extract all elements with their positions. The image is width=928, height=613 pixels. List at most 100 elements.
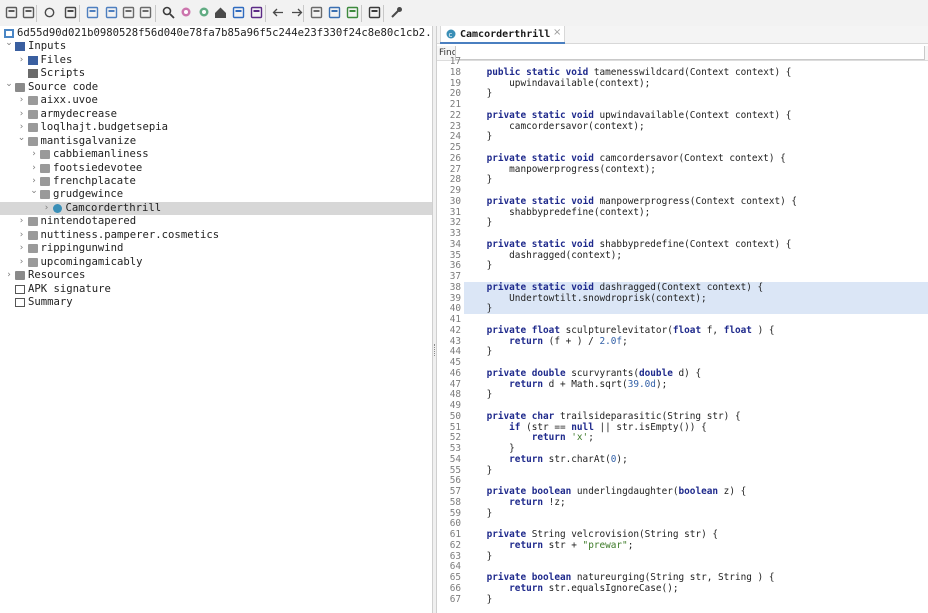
code-line[interactable]	[464, 185, 928, 196]
collapsed-chevron-icon[interactable]: ›	[18, 215, 26, 228]
code-editor[interactable]: public static void tamenesswildcard(Cont…	[464, 61, 928, 613]
code-line[interactable]: private float sculpturelevitator(float f…	[464, 325, 928, 336]
tree-row-inputs[interactable]: ⌄ Inputs	[0, 37, 432, 53]
code-line[interactable]: }	[464, 217, 928, 228]
expanded-chevron-icon[interactable]: ⌄	[18, 132, 26, 145]
home-icon[interactable]	[214, 6, 227, 19]
tree-row-grudgewince[interactable]: ⌄ grudgewince	[0, 185, 432, 201]
code-line[interactable]	[464, 142, 928, 153]
copy-icon[interactable]	[105, 6, 118, 19]
code-line[interactable]	[464, 561, 928, 572]
code-line[interactable]: return str.equalsIgnoreCase();	[464, 583, 928, 594]
tree-row-apk-signature[interactable]: APK signature	[0, 283, 432, 296]
columns-icon[interactable]	[122, 6, 135, 19]
window-icon[interactable]	[232, 6, 245, 19]
collapsed-chevron-icon[interactable]: ›	[18, 108, 26, 121]
tree-row-nintendotapered[interactable]: › nintendotapered	[0, 215, 432, 228]
code-line[interactable]: }	[464, 131, 928, 142]
code-line[interactable]: }	[464, 551, 928, 562]
code-line[interactable]: return !z;	[464, 497, 928, 508]
debug-icon[interactable]	[310, 6, 323, 19]
tree-row-rippingunwind[interactable]: › rippingunwind	[0, 242, 432, 255]
code-line[interactable]: }	[464, 443, 928, 454]
code-line[interactable]: manpowerprogress(context);	[464, 164, 928, 175]
tab-close-icon[interactable]: ×	[553, 27, 561, 38]
code-line[interactable]: private boolean natureurging(String str,…	[464, 572, 928, 583]
collapsed-chevron-icon[interactable]: ›	[18, 94, 26, 107]
code-line[interactable]: shabbypredefine(context);	[464, 207, 928, 218]
code-line[interactable]	[464, 314, 928, 325]
log-icon[interactable]	[250, 6, 263, 19]
code-line[interactable]: }	[464, 88, 928, 99]
tree-row-source-code[interactable]: ⌄ Source code	[0, 78, 432, 94]
select-icon[interactable]	[86, 6, 99, 19]
code-line[interactable]	[464, 271, 928, 282]
tree-row-scripts[interactable]: Scripts	[0, 67, 432, 80]
tree-row-cabbiemanliness[interactable]: › cabbiemanliness	[0, 148, 432, 161]
back-icon[interactable]	[272, 6, 285, 19]
code-line[interactable]: private static void manpowerprogress(Con…	[464, 196, 928, 207]
save-icon[interactable]	[22, 6, 35, 19]
code-line[interactable]: Undertowtilt.snowdroprisk(context);	[464, 292, 928, 304]
open-icon[interactable]	[5, 6, 18, 19]
expanded-chevron-icon[interactable]: ⌄	[5, 37, 13, 50]
code-line[interactable]: }	[464, 594, 928, 605]
tree-row-camcorderthrill[interactable]: › Camcorderthrill	[0, 201, 432, 215]
collapsed-chevron-icon[interactable]: ›	[18, 242, 26, 255]
bookmark-icon[interactable]	[328, 6, 341, 19]
code-line[interactable]: if (str == null || str.isEmpty()) {	[464, 422, 928, 433]
tree-row-mantisgalvanize[interactable]: ⌄ mantisgalvanize	[0, 132, 432, 148]
code-line[interactable]: private static void shabbypredefine(Cont…	[464, 239, 928, 250]
code-line[interactable]: private boolean underlingdaughter(boolea…	[464, 486, 928, 497]
tree-row-armydecrease[interactable]: › armydecrease	[0, 108, 432, 121]
code-line[interactable]: }	[464, 465, 928, 476]
collapsed-chevron-icon[interactable]: ›	[43, 202, 51, 215]
terminal-icon[interactable]	[368, 6, 381, 19]
code-line[interactable]	[464, 228, 928, 239]
code-line[interactable]: private String velcrovision(String str) …	[464, 529, 928, 540]
code-line[interactable]	[464, 475, 928, 486]
tree-row-frenchplacate[interactable]: › frenchplacate	[0, 175, 432, 188]
code-line[interactable]: private static void upwindavailable(Cont…	[464, 110, 928, 121]
code-line[interactable]: return str + "prewar";	[464, 540, 928, 551]
code-line[interactable]: camcordersavor(context);	[464, 121, 928, 132]
code-line[interactable]	[464, 518, 928, 529]
code-line[interactable]: return str.charAt(0);	[464, 454, 928, 465]
code-line[interactable]: return d + Math.sqrt(39.0d);	[464, 379, 928, 390]
tree-row-summary[interactable]: Summary	[0, 296, 432, 309]
code-line[interactable]: }	[464, 303, 928, 315]
code-line[interactable]: private static void camcordersavor(Conte…	[464, 153, 928, 164]
code-line[interactable]	[464, 400, 928, 411]
tree-row-aixx-uvoe[interactable]: › aixx.uvoe	[0, 94, 432, 107]
code-line[interactable]: public static void tamenesswildcard(Cont…	[464, 67, 928, 78]
sync-icon[interactable]	[43, 6, 56, 19]
tree-row-loqlhajt-budgetsepia[interactable]: › loqlhajt.budgetsepia	[0, 121, 432, 134]
code-line[interactable]: }	[464, 389, 928, 400]
find-class-icon[interactable]	[180, 6, 193, 19]
wrench-icon[interactable]	[390, 6, 403, 19]
code-line[interactable]: upwindavailable(context);	[464, 78, 928, 89]
code-line[interactable]: }	[464, 260, 928, 271]
code-line[interactable]: dashragged(context);	[464, 250, 928, 261]
collapsed-chevron-icon[interactable]: ›	[18, 256, 26, 269]
tree-row-upcomingamicably[interactable]: › upcomingamicably	[0, 256, 432, 269]
code-line[interactable]: return 'x';	[464, 432, 928, 443]
export-icon[interactable]	[64, 6, 77, 19]
expanded-chevron-icon[interactable]: ⌄	[5, 78, 13, 91]
code-line[interactable]: }	[464, 508, 928, 519]
collapsed-chevron-icon[interactable]: ›	[30, 162, 38, 175]
code-line[interactable]: private char trailsideparasitic(String s…	[464, 411, 928, 422]
expanded-chevron-icon[interactable]: ⌄	[30, 185, 38, 198]
search-icon[interactable]	[162, 6, 175, 19]
code-line[interactable]: }	[464, 346, 928, 357]
collapsed-chevron-icon[interactable]: ›	[18, 54, 26, 67]
android-icon[interactable]	[346, 6, 359, 19]
code-line[interactable]	[464, 99, 928, 110]
find-usage-icon[interactable]	[198, 6, 211, 19]
collapsed-chevron-icon[interactable]: ›	[18, 229, 26, 242]
tree-row-6d55d90d021b0980528f56d040e78fa7b85a96f5[interactable]: 6d55d90d021b0980528f56d040e78fa7b85a96f5…	[0, 27, 451, 40]
table-icon[interactable]	[139, 6, 152, 19]
tree-row-nuttiness-pamperer-cosmetics[interactable]: › nuttiness.pamperer.cosmetics	[0, 229, 432, 242]
code-line[interactable]: private static void dashragged(Context c…	[464, 281, 928, 293]
code-line[interactable]: private double scurvyrants(double d) {	[464, 368, 928, 379]
